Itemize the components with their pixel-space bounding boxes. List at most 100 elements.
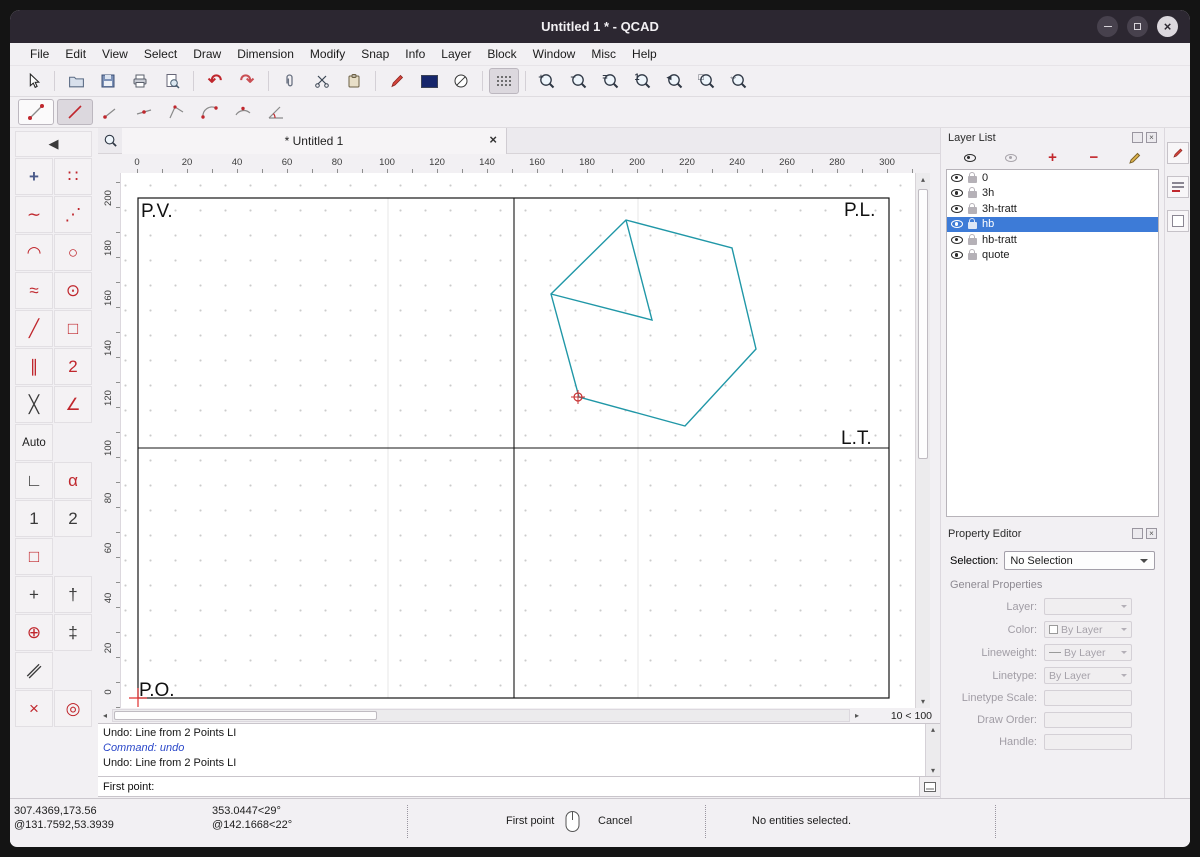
cut-button[interactable] bbox=[307, 68, 337, 94]
menu-select[interactable]: Select bbox=[136, 45, 185, 63]
save-button[interactable] bbox=[93, 68, 123, 94]
grid-toggle-button[interactable] bbox=[489, 68, 519, 94]
tool-freehand-button[interactable]: ∼ bbox=[15, 196, 53, 233]
menu-snap[interactable]: Snap bbox=[353, 45, 397, 63]
layer-visible-icon[interactable] bbox=[951, 220, 963, 229]
zoom-one-button[interactable]: 1 bbox=[628, 68, 658, 94]
layer-row[interactable]: quote bbox=[947, 248, 1158, 264]
drawing-canvas[interactable]: P.V. P.L. L.T. P.O. bbox=[120, 173, 915, 708]
maximize-button[interactable] bbox=[1127, 16, 1148, 37]
dock-toggle-pencil-button[interactable] bbox=[1166, 142, 1189, 164]
tool-back-button[interactable]: ◀ bbox=[15, 131, 92, 157]
history-scrollbar[interactable]: ▴ ▾ bbox=[925, 724, 940, 776]
panel-close-button[interactable]: × bbox=[1146, 132, 1157, 143]
zoom-window-button[interactable]: □ bbox=[692, 68, 722, 94]
add-layer-button[interactable]: + bbox=[1040, 148, 1064, 168]
layer-visible-icon[interactable] bbox=[951, 173, 963, 182]
tab-close-button[interactable]: × bbox=[489, 132, 497, 147]
tool-spline-button[interactable]: ≈ bbox=[15, 272, 53, 309]
arc-3points-button[interactable] bbox=[228, 99, 258, 125]
pen-attributes-button[interactable] bbox=[382, 68, 412, 94]
tab-list-button[interactable] bbox=[98, 129, 122, 153]
menu-help[interactable]: Help bbox=[624, 45, 665, 63]
close-button[interactable]: × bbox=[1157, 16, 1178, 37]
minimize-button[interactable] bbox=[1097, 16, 1118, 37]
color-select-button[interactable] bbox=[414, 68, 444, 94]
tool-snap-center-button[interactable]: ⊕ bbox=[15, 614, 53, 651]
tool-rectangle-button[interactable]: □ bbox=[54, 310, 92, 347]
dock-toggle-panel-button[interactable] bbox=[1166, 210, 1189, 232]
tool-parallel-button[interactable]: ∥ bbox=[15, 348, 53, 385]
layer-row[interactable]: 3h bbox=[947, 186, 1158, 202]
print-preview-button[interactable] bbox=[157, 68, 187, 94]
selection-tool-button[interactable] bbox=[18, 68, 48, 94]
menu-misc[interactable]: Misc bbox=[583, 45, 624, 63]
angle-measure-button[interactable] bbox=[261, 99, 291, 125]
panel-float-button[interactable] bbox=[1132, 528, 1143, 539]
tool-point-grid-button[interactable]: ∷ bbox=[54, 158, 92, 195]
panel-close-button[interactable]: × bbox=[1146, 528, 1157, 539]
layer-row[interactable]: 3h-tratt bbox=[947, 201, 1158, 217]
horizontal-scroll-thumb[interactable] bbox=[114, 711, 377, 720]
tool-snap-exclude-button[interactable]: × bbox=[15, 690, 53, 727]
layer-row-selected[interactable]: hb bbox=[947, 216, 1158, 232]
menu-layer[interactable]: Layer bbox=[433, 45, 479, 63]
menu-dimension[interactable]: Dimension bbox=[229, 45, 302, 63]
line-angle-button[interactable] bbox=[96, 99, 126, 125]
tool-point-button[interactable]: + bbox=[15, 158, 53, 195]
tool-hatch-button[interactable]: ∥ bbox=[15, 652, 53, 689]
layer-lock-icon[interactable] bbox=[968, 187, 977, 199]
zoom-out-button[interactable]: − bbox=[564, 68, 594, 94]
horizontal-scrollbar[interactable] bbox=[112, 709, 850, 722]
layer-lock-icon[interactable] bbox=[968, 171, 977, 183]
tab-untitled-1[interactable]: * Untitled 1 × bbox=[122, 127, 507, 154]
tool-snap-middle-button[interactable]: ‡ bbox=[54, 614, 92, 651]
layer-lock-icon[interactable] bbox=[968, 233, 977, 245]
layer-lock-icon[interactable] bbox=[968, 218, 977, 230]
layer-lock-icon[interactable] bbox=[968, 249, 977, 261]
layer-visible-icon[interactable] bbox=[951, 235, 963, 244]
undo-button[interactable]: ↶ bbox=[200, 68, 230, 94]
scroll-up-arrow[interactable]: ▴ bbox=[926, 725, 940, 734]
vertical-scroll-thumb[interactable] bbox=[918, 189, 928, 459]
arc-button[interactable] bbox=[195, 99, 225, 125]
line-horizontal-button[interactable] bbox=[129, 99, 159, 125]
tool-dim-2point-button[interactable]: 2 bbox=[54, 348, 92, 385]
paste-button[interactable] bbox=[339, 68, 369, 94]
edit-layer-button[interactable] bbox=[1123, 148, 1147, 168]
menu-block[interactable]: Block bbox=[479, 45, 524, 63]
tool-snap-endpoint-button[interactable]: † bbox=[54, 576, 92, 613]
line-2points-active-button[interactable] bbox=[57, 99, 93, 125]
scroll-down-arrow[interactable]: ▾ bbox=[916, 697, 930, 706]
tool-coord-polar-button[interactable]: α bbox=[54, 462, 92, 499]
tool-dim-angle-button[interactable]: ∠ bbox=[54, 386, 92, 423]
zoom-previous-button[interactable]: ◂ bbox=[660, 68, 690, 94]
tool-arc-button[interactable]: ◠ bbox=[15, 234, 53, 271]
menu-window[interactable]: Window bbox=[525, 45, 584, 63]
menu-file[interactable]: File bbox=[22, 45, 57, 63]
vertical-scrollbar[interactable]: ▴ ▾ bbox=[915, 173, 930, 708]
show-all-layers-button[interactable] bbox=[958, 148, 982, 168]
zoom-pan-button[interactable]: ⇔ bbox=[724, 68, 754, 94]
layer-lock-icon[interactable] bbox=[968, 202, 977, 214]
menu-draw[interactable]: Draw bbox=[185, 45, 229, 63]
tool-line-button[interactable]: ╱ bbox=[15, 310, 53, 347]
scroll-right-arrow[interactable]: ▸ bbox=[850, 711, 864, 720]
tool-ordinate1-button[interactable]: 1 bbox=[15, 500, 53, 537]
hide-all-layers-button[interactable] bbox=[999, 148, 1023, 168]
scroll-up-arrow[interactable]: ▴ bbox=[916, 175, 930, 184]
menu-info[interactable]: Info bbox=[397, 45, 433, 63]
scroll-down-arrow[interactable]: ▾ bbox=[926, 766, 940, 775]
remove-layer-button[interactable]: − bbox=[1082, 148, 1106, 168]
tool-point-chain-button[interactable]: ⋰ bbox=[54, 196, 92, 233]
print-button[interactable] bbox=[125, 68, 155, 94]
line-2points-button[interactable] bbox=[18, 99, 54, 125]
tool-snap-grid-button[interactable]: + bbox=[15, 576, 53, 613]
layer-visible-icon[interactable] bbox=[951, 204, 963, 213]
command-options-button[interactable] bbox=[919, 777, 940, 796]
zoom-in-button[interactable]: + bbox=[532, 68, 562, 94]
panel-float-button[interactable] bbox=[1132, 132, 1143, 143]
tool-ellipse-button[interactable]: ○ bbox=[54, 234, 92, 271]
open-button[interactable] bbox=[61, 68, 91, 94]
tool-auto-snap-button[interactable]: Auto bbox=[15, 424, 53, 461]
